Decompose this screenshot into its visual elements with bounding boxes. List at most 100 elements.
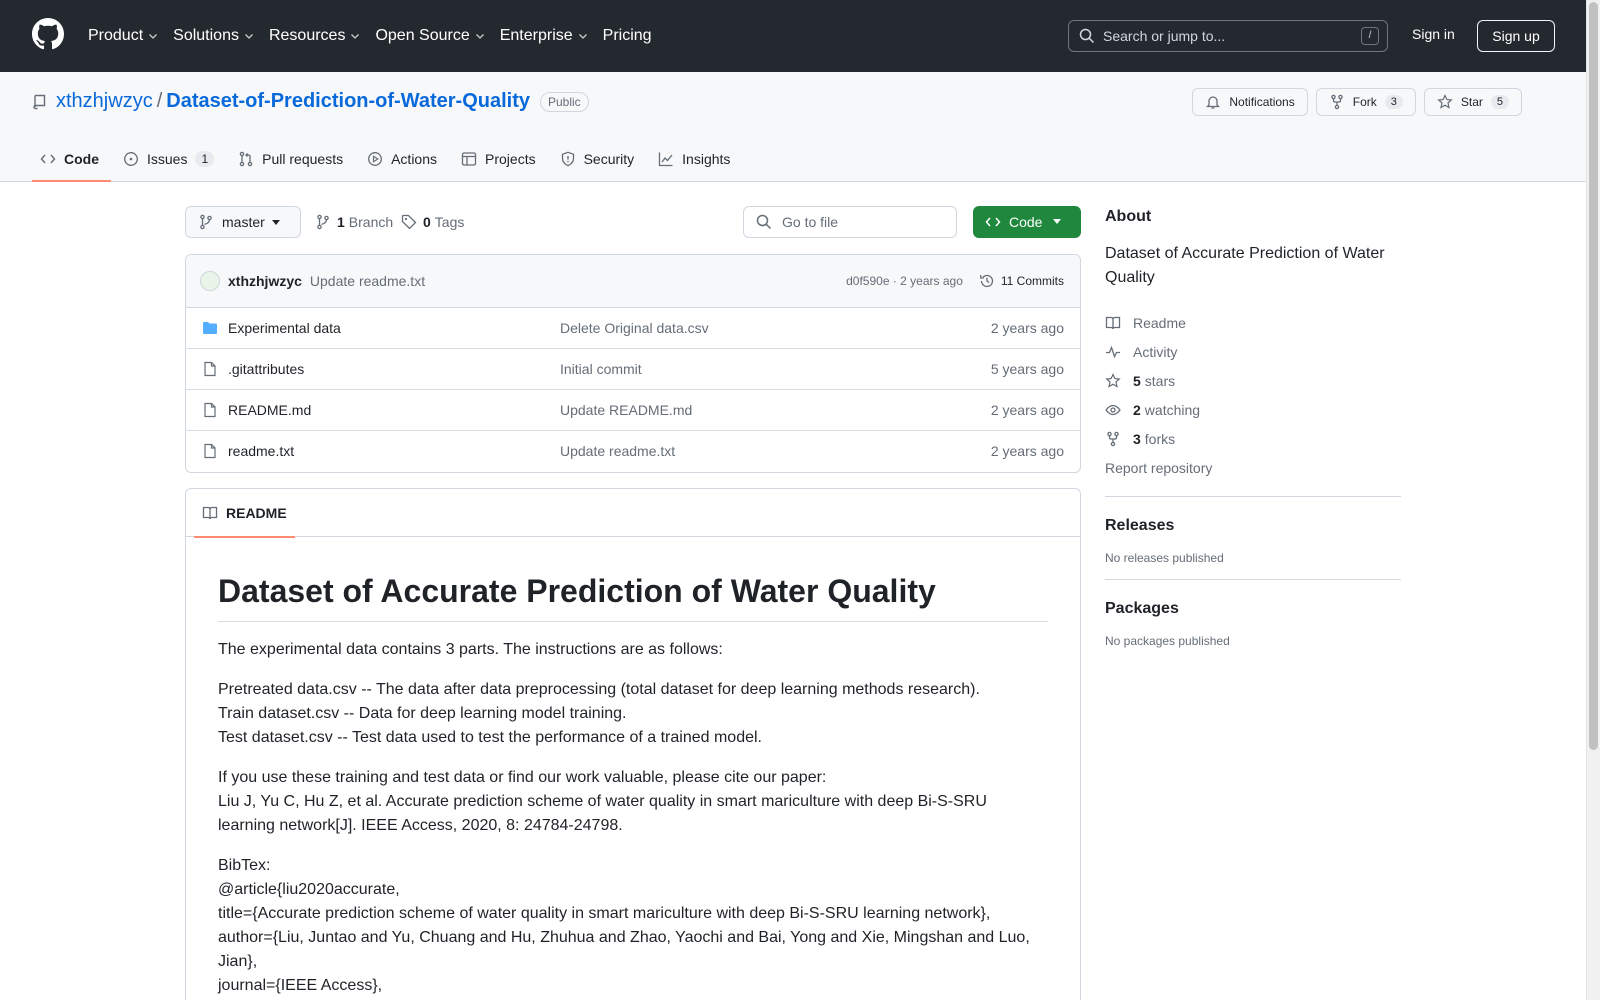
- readme-content: Dataset of Accurate Prediction of Water …: [186, 537, 1080, 998]
- repo-sidebar: About Dataset of Accurate Prediction of …: [1105, 208, 1401, 648]
- commits-link[interactable]: 11 Commits: [979, 273, 1064, 289]
- table-row[interactable]: README.md Update README.md 2 years ago: [186, 390, 1080, 431]
- commit-hash-time[interactable]: d0f590e · 2 years ago: [846, 274, 963, 288]
- sign-in-link[interactable]: Sign in: [1412, 26, 1455, 42]
- table-row[interactable]: .gitattributes Initial commit 5 years ag…: [186, 349, 1080, 390]
- search-input[interactable]: Search or jump to... /: [1068, 20, 1388, 52]
- branch-select-button[interactable]: master: [185, 206, 301, 238]
- watching-count: 2: [1133, 401, 1141, 418]
- tab-insights[interactable]: Insights: [650, 136, 742, 182]
- stars-label: stars: [1144, 372, 1176, 389]
- repo-name-link[interactable]: Dataset-of-Prediction-of-Water-Quality: [166, 90, 530, 113]
- github-logo-icon[interactable]: [32, 18, 64, 50]
- tab-projects[interactable]: Projects: [453, 136, 548, 182]
- file-name-link[interactable]: readme.txt: [228, 443, 294, 459]
- chevron-down-icon: [475, 34, 484, 39]
- shield-icon: [561, 151, 574, 167]
- issues-count: 1: [195, 151, 215, 167]
- forks-link[interactable]: 3 forks: [1105, 424, 1401, 453]
- readme-line: Train dataset.csv -- Data for deep learn…: [218, 705, 627, 722]
- tab-issues[interactable]: Issues 1: [115, 136, 226, 182]
- scrollbar-thumb[interactable]: [1589, 2, 1598, 750]
- bibtex-line: journal={IEEE Access},: [218, 977, 383, 994]
- repo-owner-link[interactable]: xthzhjwzyc: [56, 90, 153, 113]
- notifications-button[interactable]: Notifications: [1192, 88, 1308, 116]
- file-commit-message[interactable]: Initial commit: [560, 361, 642, 377]
- repo-icon: [33, 94, 46, 109]
- star-button[interactable]: Star 5: [1423, 88, 1522, 116]
- fork-button[interactable]: Fork 3: [1315, 88, 1416, 116]
- nav-resources[interactable]: Resources: [269, 27, 361, 45]
- table-row[interactable]: Experimental data Delete Original data.c…: [186, 308, 1080, 349]
- star-label: Star: [1460, 95, 1483, 109]
- commit-author-link[interactable]: xthzhjwzyc: [228, 273, 302, 289]
- stars-link[interactable]: 5 stars: [1105, 366, 1401, 395]
- readme-line: Test dataset.csv -- Test data used to te…: [218, 729, 762, 746]
- code-dropdown-button[interactable]: Code: [973, 206, 1081, 238]
- tab-security[interactable]: Security: [552, 136, 647, 182]
- bibtex-line: BibTex:: [218, 857, 271, 874]
- readme-link-label: Readme: [1133, 314, 1186, 331]
- watching-link[interactable]: 2 watching: [1105, 395, 1401, 424]
- commit-meta: d0f590e · 2 years ago 11 Commits: [846, 273, 1064, 289]
- nav-enterprise[interactable]: Enterprise: [500, 27, 589, 45]
- readme-tab[interactable]: README: [194, 489, 295, 538]
- readme-citation: If you use these training and test data …: [218, 766, 1048, 838]
- nav-open-source[interactable]: Open Source: [375, 27, 485, 45]
- readme-link[interactable]: Readme: [1105, 308, 1401, 337]
- stars-count: 5: [1133, 372, 1141, 389]
- chevron-down-icon: [351, 34, 360, 39]
- code-icon: [40, 154, 56, 164]
- avatar[interactable]: [200, 271, 220, 291]
- table-row[interactable]: readme.txt Update readme.txt 2 years ago: [186, 431, 1080, 472]
- tab-actions[interactable]: Actions: [359, 136, 449, 182]
- packages-heading[interactable]: Packages: [1105, 600, 1401, 618]
- tab-code[interactable]: Code: [32, 136, 111, 182]
- file-commit-message[interactable]: Delete Original data.csv: [560, 320, 709, 336]
- file-commit-message[interactable]: Update readme.txt: [560, 443, 675, 459]
- branch-count: 1: [337, 214, 345, 230]
- branch-icon: [200, 214, 212, 230]
- nav-resources-label: Resources: [268, 27, 346, 44]
- branch-name: master: [222, 214, 265, 230]
- file-name-link[interactable]: README.md: [228, 402, 311, 418]
- nav-solutions[interactable]: Solutions: [173, 27, 255, 45]
- releases-heading[interactable]: Releases: [1105, 517, 1401, 535]
- file-commit-message[interactable]: Update README.md: [560, 402, 692, 418]
- branches-link[interactable]: 1 Branch: [315, 214, 393, 230]
- visibility-badge: Public: [540, 91, 589, 112]
- tab-issues-label: Issues: [147, 151, 188, 167]
- activity-link[interactable]: Activity: [1105, 337, 1401, 366]
- file-name-link[interactable]: Experimental data: [228, 320, 341, 336]
- divider: [1105, 496, 1401, 497]
- report-repository-link[interactable]: Report repository: [1105, 453, 1401, 482]
- readme-title: Dataset of Accurate Prediction of Water …: [218, 571, 1048, 622]
- repo-path-separator: /: [156, 90, 163, 112]
- pulse-icon: [1106, 345, 1120, 358]
- file-commit-time: 2 years ago: [990, 320, 1064, 336]
- nav-product-label: Product: [88, 27, 144, 44]
- bibtex-line: author={Liu, Juntao and Yu, Chuang and H…: [218, 929, 1030, 970]
- nav-pricing[interactable]: Pricing: [603, 27, 652, 45]
- nav-product[interactable]: Product: [88, 27, 159, 45]
- go-to-file-input[interactable]: Go to file: [743, 206, 957, 238]
- global-nav: Product Solutions Resources Open Source …: [88, 0, 666, 72]
- branch-count-label: Branch: [348, 214, 394, 230]
- commit-message-link[interactable]: Update readme.txt: [310, 273, 425, 289]
- page-scrollbar[interactable]: [1586, 0, 1600, 1000]
- table-icon: [461, 152, 477, 166]
- sign-up-button[interactable]: Sign up: [1477, 20, 1555, 52]
- file-icon: [204, 443, 216, 459]
- fork-icon: [1330, 94, 1343, 110]
- packages-empty-text: No packages published: [1105, 634, 1230, 648]
- search-shortcut-key: /: [1361, 27, 1379, 45]
- caret-down-icon: [1053, 219, 1061, 224]
- book-icon: [1105, 316, 1121, 329]
- tab-pull-requests-label: Pull requests: [262, 151, 344, 167]
- nav-enterprise-label: Enterprise: [499, 27, 573, 44]
- tags-link[interactable]: 0 Tags: [401, 214, 464, 230]
- tag-icon: [401, 214, 417, 230]
- tab-pull-requests[interactable]: Pull requests: [230, 136, 355, 182]
- chevron-down-icon: [245, 34, 253, 39]
- file-name-link[interactable]: .gitattributes: [228, 361, 304, 377]
